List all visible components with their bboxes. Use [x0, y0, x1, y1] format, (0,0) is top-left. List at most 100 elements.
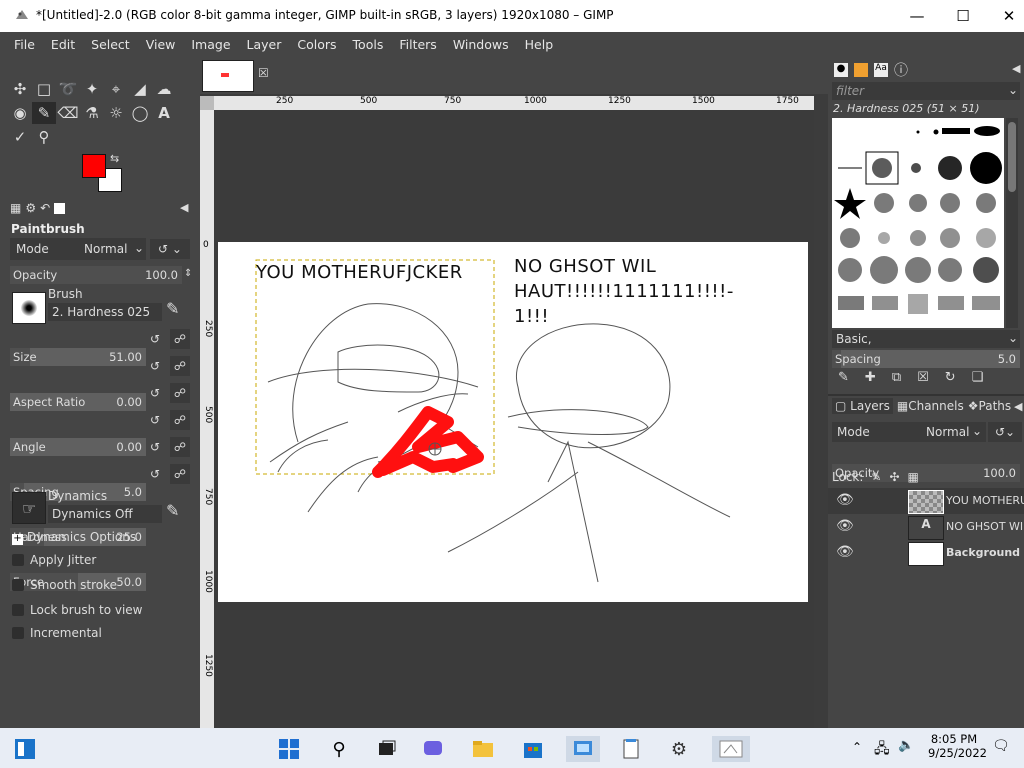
chat-icon[interactable]	[420, 736, 446, 762]
eye-icon[interactable]: 👁	[836, 544, 854, 560]
delete-brush-icon[interactable]: ☒	[917, 370, 929, 385]
foreground-color-swatch-top[interactable]	[82, 154, 106, 178]
canvas-text-layer-2[interactable]: NO GHSOT WIL HAUT!!!!!!1111111!!!!- 1!!!	[514, 254, 734, 329]
configure-tab-icon[interactable]: ◀	[1012, 62, 1020, 75]
menu-layer[interactable]: Layer	[239, 37, 290, 52]
images-tab-icon[interactable]	[54, 202, 66, 214]
smudge-tool-icon[interactable]: ☼	[104, 102, 128, 124]
device-status-tab-icon[interactable]: ⚙	[25, 201, 36, 215]
menu-file[interactable]: File	[0, 37, 43, 52]
duplicate-brush-icon[interactable]: ⧉	[892, 370, 901, 385]
angle-slider[interactable]: Angle 0.00	[10, 438, 146, 456]
reset-force-icon[interactable]: ↺	[150, 467, 160, 481]
start-menu-icon[interactable]	[276, 736, 302, 762]
edit-brush-icon[interactable]: ✎	[838, 370, 849, 385]
edit-brush-icon[interactable]: ✎	[166, 299, 179, 318]
layer-mode-dropdown[interactable]: Mode Normal ⌄	[832, 422, 986, 442]
tool-options-tab-icon[interactable]: ▦	[10, 201, 21, 215]
undo-history-tab-icon[interactable]: ↶	[40, 201, 50, 215]
layer-row[interactable]: 👁 Background	[828, 540, 1024, 566]
smooth-stroke-checkbox[interactable]: Smooth stroke	[12, 578, 117, 592]
reset-layer-mode-button[interactable]: ↺⌄	[988, 422, 1022, 442]
brushes-scrollbar[interactable]	[1006, 118, 1018, 328]
open-brush-icon[interactable]: ❏	[972, 370, 984, 385]
incremental-checkbox[interactable]: Incremental	[12, 626, 102, 640]
configure-tab-icon[interactable]: ◀	[1014, 400, 1022, 413]
menu-colors[interactable]: Colors	[289, 37, 344, 52]
image-canvas[interactable]: YOU MOTHERUFJCKER NO GHSOT WIL HAUT!!!!!…	[218, 242, 808, 602]
canvas-text-layer-1[interactable]: YOU MOTHERUFJCKER	[256, 262, 463, 283]
aspect-ratio-slider[interactable]: Aspect Ratio 0.00	[10, 393, 146, 411]
tab-layers[interactable]: ▢ Layers	[832, 398, 893, 414]
notifications-icon[interactable]: 🗨	[992, 738, 1010, 754]
opacity-slider[interactable]: Opacity 100.0	[10, 266, 182, 284]
brush-spacing-slider[interactable]: Spacing 5.0	[832, 350, 1020, 368]
move-tool-icon[interactable]: ✣	[8, 78, 32, 100]
link-angle-button[interactable]: ☍	[170, 383, 190, 403]
menu-image[interactable]: Image	[183, 37, 238, 52]
brush-preview[interactable]	[12, 292, 46, 324]
transform-tool-icon[interactable]: ◢	[128, 78, 152, 100]
layer-row[interactable]: 👁 A NO GHSOT WIL	[828, 514, 1024, 540]
reset-angle-icon[interactable]: ↺	[150, 386, 160, 400]
color-picker-tool-icon[interactable]: ✓	[8, 126, 32, 148]
menu-select[interactable]: Select	[83, 37, 138, 52]
search-icon[interactable]: ⚲	[326, 736, 352, 762]
clock[interactable]: 8:05 PM 9/25/2022	[928, 732, 987, 760]
settings-gear-icon[interactable]: ⚙	[666, 736, 692, 762]
maximize-button[interactable]: ☐	[940, 0, 986, 32]
ruler-corner-icon[interactable]	[200, 96, 214, 110]
file-explorer-icon[interactable]	[470, 736, 496, 762]
zoom-tool-icon[interactable]: ⚲	[32, 126, 56, 148]
brush-filter-input[interactable]: filter ⌄	[832, 82, 1020, 100]
rect-select-tool-icon[interactable]: □	[32, 78, 56, 100]
text-tool-icon[interactable]: A	[152, 102, 176, 124]
image-tab-thumbnail[interactable]	[202, 60, 254, 92]
reset-spacing-icon[interactable]: ↺	[150, 413, 160, 427]
link-force-button[interactable]: ☍	[170, 464, 190, 484]
close-image-tab-icon[interactable]: ☒	[258, 66, 269, 80]
dynamics-options-expander[interactable]: + Dynamics Options	[12, 530, 136, 545]
crop-tool-icon[interactable]: ⌖	[104, 78, 128, 100]
reset-hardness-icon[interactable]: ↺	[150, 440, 160, 454]
brush-name-field[interactable]: 2. Hardness 025	[48, 303, 162, 321]
close-button[interactable]: ✕	[986, 0, 1024, 32]
warp-tool-icon[interactable]: ☁	[152, 78, 176, 100]
size-slider[interactable]: Size 51.00	[10, 348, 146, 366]
eraser-tool-icon[interactable]: ⌫	[56, 102, 80, 124]
fuzzy-select-tool-icon[interactable]: ✦	[80, 78, 104, 100]
eye-icon[interactable]: 👁	[836, 492, 854, 508]
reset-size-icon[interactable]: ↺	[150, 332, 160, 346]
lock-pixels-icon[interactable]: ✎	[871, 470, 881, 484]
menu-edit[interactable]: Edit	[43, 37, 83, 52]
reset-aspect-icon[interactable]: ↺	[150, 359, 160, 373]
dynamics-name-field[interactable]: Dynamics Off	[48, 505, 162, 523]
brush-preset-dropdown[interactable]: Basic, ⌄	[832, 330, 1020, 348]
reset-mode-button[interactable]: ↺ ⌄	[150, 239, 190, 259]
menu-tools[interactable]: Tools	[345, 37, 392, 52]
task-view-icon[interactable]	[374, 736, 400, 762]
volume-icon[interactable]: 🔈	[898, 738, 914, 753]
menu-filters[interactable]: Filters	[391, 37, 444, 52]
lock-position-icon[interactable]: ✣	[889, 470, 899, 484]
patterns-tab-icon[interactable]	[854, 63, 868, 77]
fonts-tab-icon[interactable]: Aa	[874, 63, 888, 77]
brushes-tab-icon[interactable]: ●	[834, 63, 848, 77]
mode-dropdown[interactable]: Mode Normal ⌄	[10, 238, 146, 260]
swap-colors-icon[interactable]: ⇆	[110, 152, 119, 165]
link-size-button[interactable]: ☍	[170, 329, 190, 349]
paths-tool-icon[interactable]: ◯	[128, 102, 152, 124]
link-aspect-button[interactable]: ☍	[170, 356, 190, 376]
apply-jitter-checkbox[interactable]: Apply Jitter	[12, 553, 96, 567]
gimp-taskbar-icon[interactable]	[712, 736, 750, 762]
menu-help[interactable]: Help	[517, 37, 562, 52]
link-hardness-button[interactable]: ☍	[170, 437, 190, 457]
clone-tool-icon[interactable]: ⚗	[80, 102, 104, 124]
notepad-icon[interactable]	[618, 736, 644, 762]
chevron-up-icon[interactable]: ⌃	[852, 740, 862, 754]
bucket-fill-tool-icon[interactable]: ◉	[8, 102, 32, 124]
edit-dynamics-icon[interactable]: ✎	[166, 501, 179, 520]
lock-brush-checkbox[interactable]: Lock brush to view	[12, 603, 143, 617]
refresh-brushes-icon[interactable]: ↻	[945, 370, 956, 385]
tab-channels[interactable]: ▦Channels	[897, 399, 964, 413]
